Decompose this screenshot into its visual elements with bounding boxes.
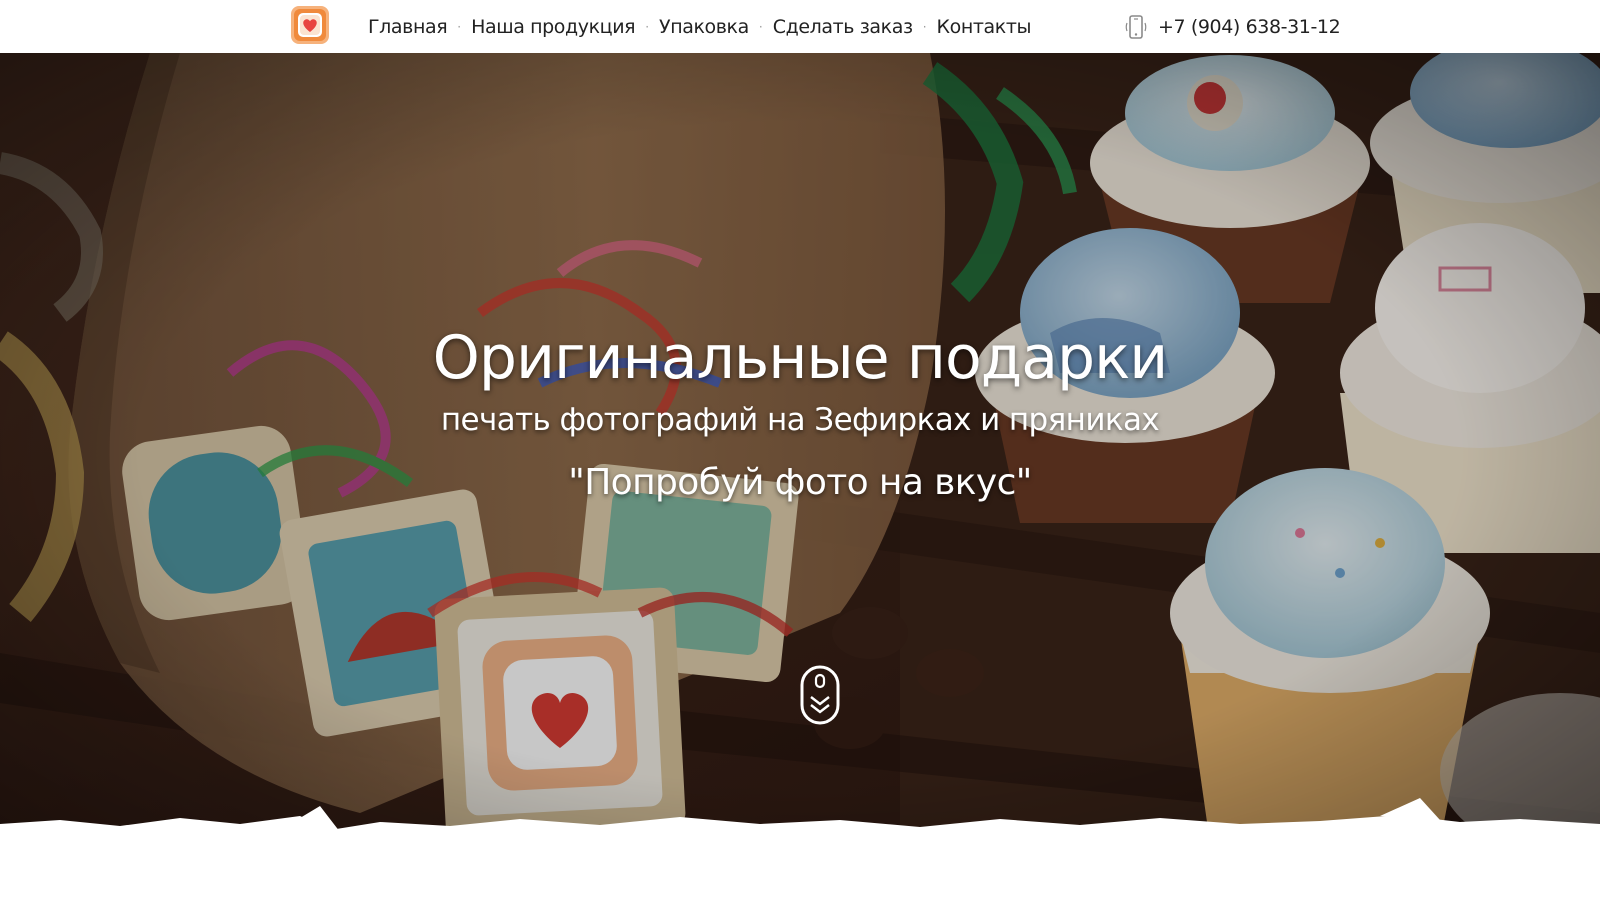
hero-subtitle: печать фотографий на Зефирках и пряниках <box>440 402 1160 438</box>
nav-item-home[interactable]: Главная <box>368 16 448 38</box>
page-content-area <box>0 853 1600 898</box>
phone-contact[interactable]: +7 (904) 638-31-12 <box>1124 0 1341 53</box>
nav-item-contacts[interactable]: Контакты <box>937 16 1032 38</box>
top-navigation-bar: Главная · Наша продукция · Упаковка · Сд… <box>0 0 1600 53</box>
nav-separator: · <box>457 19 462 34</box>
torn-paper-edge <box>0 798 1600 853</box>
hero-slogan: "Попробуй фото на вкус" <box>568 462 1032 503</box>
scroll-down-mouse-icon[interactable] <box>798 665 842 727</box>
hero-overlay <box>0 53 1600 853</box>
nav-item-order[interactable]: Сделать заказ <box>773 16 913 38</box>
nav-item-packaging[interactable]: Упаковка <box>659 16 749 38</box>
nav-separator: · <box>758 19 763 34</box>
phone-number[interactable]: +7 (904) 638-31-12 <box>1158 16 1341 38</box>
mobile-phone-icon <box>1124 14 1148 40</box>
logo-icon[interactable] <box>290 5 330 45</box>
hero-section: Оригинальные подарки печать фотографий н… <box>0 53 1600 853</box>
hero-title: Оригинальные подарки <box>432 323 1169 393</box>
nav-item-products[interactable]: Наша продукция <box>471 16 635 38</box>
nav-separator: · <box>922 19 927 34</box>
nav-separator: · <box>645 19 650 34</box>
main-nav: Главная · Наша продукция · Упаковка · Сд… <box>368 0 1032 53</box>
